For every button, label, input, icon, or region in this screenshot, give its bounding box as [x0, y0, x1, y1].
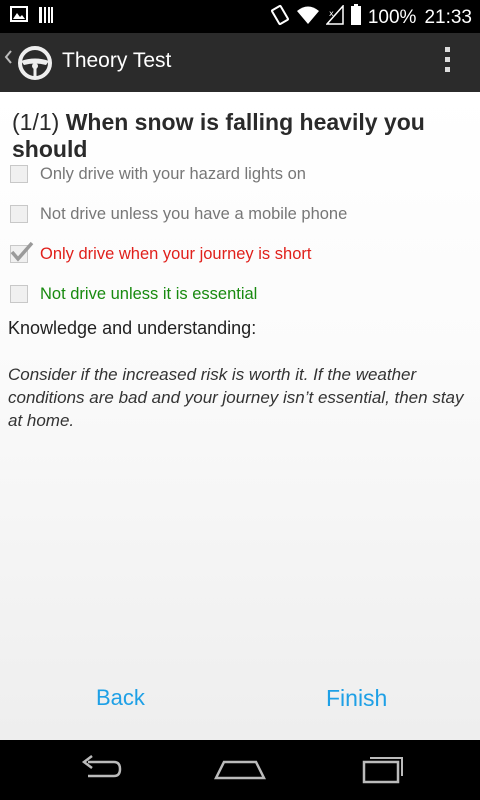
navigation-bar: [0, 740, 480, 800]
question-counter: (1/1): [12, 109, 60, 135]
nav-home-icon[interactable]: [213, 754, 267, 788]
answer-checkbox-checked[interactable]: [10, 241, 34, 263]
answer-label: Not drive unless it is essential: [40, 284, 258, 303]
answer-option[interactable]: Not drive unless it is essential: [10, 274, 470, 314]
status-bar: x 100% 21:33: [0, 0, 480, 33]
question-screen: (1/1) When snow is falling heavily you s…: [0, 92, 480, 740]
overflow-menu-icon[interactable]: [442, 47, 452, 79]
answer-option[interactable]: Only drive when your journey is short: [10, 234, 470, 274]
back-button[interactable]: Back: [96, 685, 145, 711]
checkmark-icon: [10, 241, 34, 262]
app-title: Theory Test: [62, 49, 172, 72]
steering-wheel-logo-icon[interactable]: [16, 44, 54, 86]
answer-options: Only drive with your hazard lights on No…: [10, 154, 470, 314]
knowledge-explanation: Consider if the increased risk is worth …: [8, 365, 464, 430]
battery-percent: 100%: [367, 7, 417, 28]
answer-label: Only drive with your hazard lights on: [40, 164, 306, 183]
answer-checkbox[interactable]: [10, 165, 28, 183]
clock: 21:33: [424, 7, 472, 28]
answer-option[interactable]: Not drive unless you have a mobile phone: [10, 194, 470, 234]
finish-button[interactable]: Finish: [326, 685, 387, 712]
signal-icon: x: [325, 4, 344, 31]
nav-recent-apps-icon[interactable]: [360, 754, 406, 788]
battery-icon: [350, 4, 362, 32]
answer-checkbox[interactable]: [10, 205, 28, 223]
up-chevron-icon[interactable]: [4, 49, 12, 68]
wifi-icon: [296, 5, 320, 31]
svg-text:x: x: [329, 9, 334, 18]
knowledge-heading: Knowledge and understanding:: [8, 318, 257, 338]
answer-label: Not drive unless you have a mobile phone: [40, 204, 348, 223]
action-bar: Theory Test: [0, 33, 480, 92]
nav-back-icon[interactable]: [78, 754, 122, 788]
answer-label: Only drive when your journey is short: [40, 244, 312, 263]
barcode-notification-icon: [38, 6, 54, 28]
rotate-icon: [270, 4, 290, 32]
gallery-notification-icon: [10, 6, 28, 28]
answer-checkbox[interactable]: [10, 285, 28, 303]
answer-option[interactable]: Only drive with your hazard lights on: [10, 154, 470, 194]
